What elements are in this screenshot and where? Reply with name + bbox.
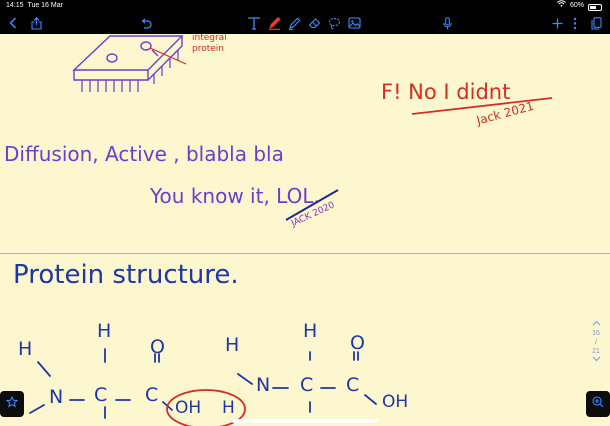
page-divider [0,253,610,254]
page-counter[interactable]: 16 / 21 [589,320,603,365]
star-icon [5,395,19,413]
more-icon [573,17,577,30]
pages-button[interactable] [589,14,603,32]
atom-o-top: O [150,336,165,358]
lasso-icon [328,17,341,30]
atom-o-top-right: O [350,332,365,354]
highlighter-tool-button[interactable] [286,14,302,32]
membrane-sketch [72,35,187,92]
atom-h-middle: H [222,398,235,418]
zoom-in-icon [592,395,604,413]
total-page-number: 21 [592,348,600,355]
status-time: 14:15 [6,2,24,9]
pen-icon [268,16,281,30]
atom-h-left: H [18,338,33,360]
status-indicators: 60% [557,0,602,12]
atom-c-alpha-right: C [300,374,314,396]
undo-icon [140,17,152,29]
zoom-button[interactable] [586,391,610,417]
status-bar: 14:15 Tue 16 Mar 60% [0,0,610,12]
lasso-tool-button[interactable] [326,14,342,32]
note-page[interactable]: integral protein F! No I didnt Jack 2021… [0,34,610,426]
home-indicator[interactable] [232,419,378,423]
battery-level [590,5,596,9]
back-button[interactable] [6,14,20,32]
microphone-button[interactable] [440,14,454,32]
add-icon [552,18,563,29]
share-icon [30,16,42,30]
diffusion-note: Diffusion, Active , blabla bla [4,142,284,166]
atom-n-right: N [256,374,271,396]
battery-icon [588,3,602,11]
eraser-icon [308,17,321,29]
text-tool-icon [248,16,260,30]
chevron-left-icon [9,17,17,29]
favorite-button[interactable] [0,391,24,417]
pages-icon [590,16,602,30]
atom-oh-right: OH [382,392,409,412]
scroll-down-icon [592,356,601,364]
atom-h-amine: H [225,334,240,356]
atom-h-top-right: H [303,320,318,342]
atom-c-carbonyl: C [145,384,159,406]
current-page-number: 16 [592,330,600,337]
protein-structure-heading: Protein structure. [13,260,239,290]
protein-label-line: protein [192,44,224,54]
status-date: Tue 16 Mar [27,2,63,9]
integral-protein-label: integral protein [192,34,227,55]
amino-acid-bonds [29,348,377,426]
image-icon [347,17,361,29]
scroll-up-icon [592,320,601,328]
integral-label-line: integral [192,34,227,43]
atom-h-top: H [97,320,112,342]
pen-tool-button[interactable] [266,14,282,32]
wifi-icon [557,0,566,12]
toolbar [0,12,610,34]
page-divider-slash: / [595,339,597,346]
share-button[interactable] [28,14,44,32]
atom-oh-group: OH [175,398,202,418]
eraser-tool-button[interactable] [306,14,322,32]
text-tool-button[interactable] [246,14,262,32]
microphone-icon [442,16,452,30]
battery-percent: 60% [569,2,584,9]
atom-c-alpha: C [94,384,108,406]
atom-n-left: N [49,386,64,408]
add-page-button[interactable] [550,14,564,32]
highlighter-icon [288,17,301,30]
undo-button[interactable] [138,14,154,32]
atom-c-carbonyl-right: C [346,374,360,396]
image-button[interactable] [346,14,362,32]
more-button[interactable] [570,14,580,32]
status-time-date: 14:15 Tue 16 Mar [6,0,63,12]
